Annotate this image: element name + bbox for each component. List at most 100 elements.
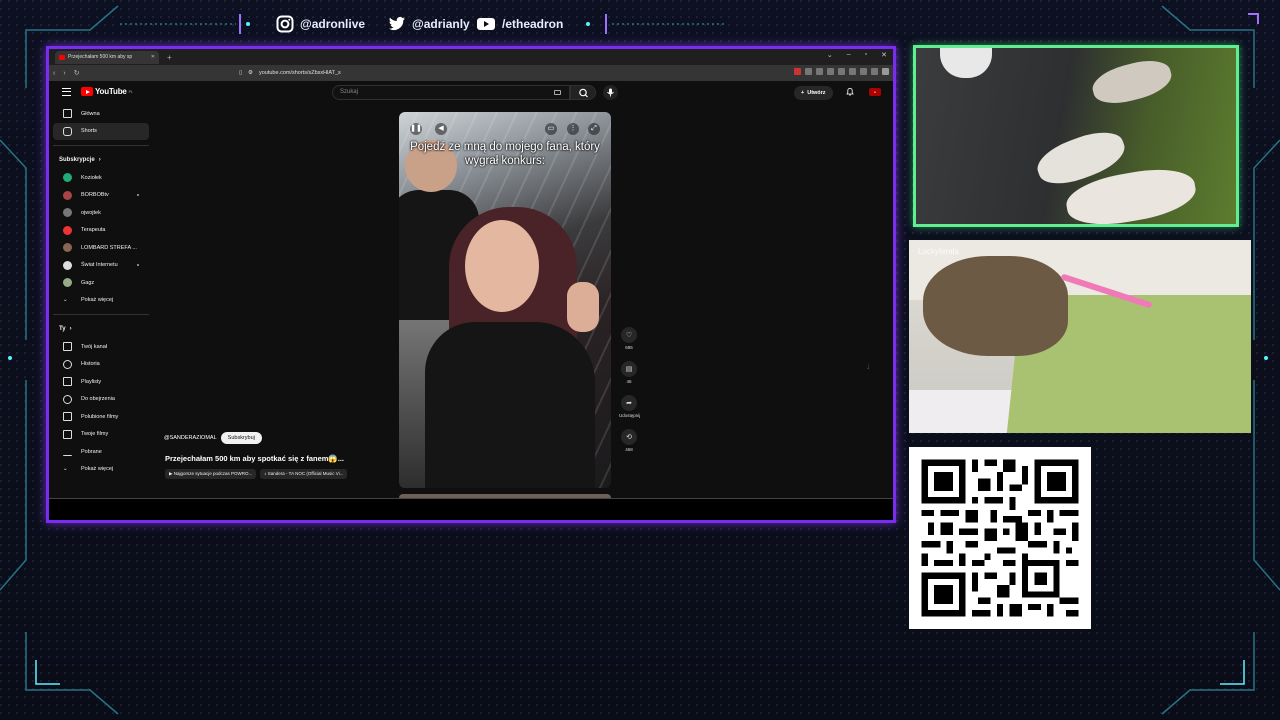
extension-icon[interactable] (816, 68, 823, 75)
sidebar-item-shorts[interactable]: Shorts (53, 122, 149, 140)
short-video-player[interactable]: Pojedź ze mną do mojego fana, który wygr… (399, 112, 611, 488)
browser-tab[interactable]: Przejechałam 500 km aby sp ✕ (55, 50, 159, 64)
sidebar-item-watch-later[interactable]: Do obejrzenia (53, 391, 149, 409)
channel-avatar (63, 225, 72, 235)
twitter-handle: @adrianly (388, 12, 470, 36)
sidebar-item-subscription[interactable]: Świat Internetu (53, 257, 149, 275)
tab-close-icon[interactable]: ✕ (151, 54, 155, 60)
heart-icon: ♡ (625, 332, 633, 339)
sidebar-item-label: LOMBARD STREFA ... (81, 244, 137, 251)
subscribe-button[interactable]: Subskrybuj (220, 432, 262, 444)
share-button[interactable]: ➦ (621, 395, 637, 411)
keyboard-icon[interactable] (554, 90, 561, 95)
youtube-logo[interactable]: YouTube PL (81, 87, 133, 96)
plus-icon: + (801, 90, 805, 96)
reload-icon[interactable]: ↻ (74, 69, 80, 77)
thumbs-up-icon (63, 412, 72, 422)
show-more-you[interactable]: ⌄ Pokaż więcej (53, 461, 149, 479)
sidebar-item-home[interactable]: Główna (53, 105, 149, 123)
subscriptions-header[interactable]: Subskrypcje › (49, 151, 153, 169)
show-more-subscriptions[interactable]: ⌄ Pokaż więcej (53, 292, 149, 310)
bookmark-icon[interactable]: ▯ (239, 70, 242, 76)
extension-icon[interactable] (849, 68, 856, 75)
new-content-dot (137, 264, 139, 267)
next-short-arrow-icon[interactable]: ↓ (866, 361, 871, 371)
search-input[interactable]: Szukaj (332, 85, 570, 100)
tab-title: Przejechałam 500 km aby sp (68, 54, 133, 60)
extension-icon[interactable] (871, 68, 878, 75)
site-info-icon[interactable]: ⚙ (248, 70, 253, 76)
subscriptions-label: Subskrypcje (59, 157, 95, 163)
comments-button[interactable]: ▤ (621, 361, 637, 377)
related-chips: ▶ Najgorsze sytuacje podczas POWRO... ♪ … (165, 469, 348, 479)
create-button[interactable]: + Utwórz (794, 86, 833, 100)
sidebar-item-label: Koziołek (81, 174, 102, 181)
maximize-icon[interactable]: ▫ (865, 51, 867, 59)
sidebar-item-subscription[interactable]: BORBOBtv (53, 187, 149, 205)
like-button[interactable]: ♡ (621, 327, 637, 343)
sidebar-item-playlists[interactable]: Playlisty (53, 373, 149, 391)
pause-icon[interactable]: ❚❚ (410, 123, 422, 135)
close-window-icon[interactable]: ✕ (881, 51, 887, 59)
shorts-icon (63, 126, 72, 136)
extension-icon[interactable] (827, 68, 834, 75)
hamburger-menu-icon[interactable] (62, 88, 71, 96)
sidebar-item-label: Do obejrzenia (81, 396, 115, 403)
captions-icon[interactable]: ▭ (545, 123, 557, 135)
youtube-favicon-icon (59, 54, 65, 60)
voice-search-button[interactable] (603, 85, 618, 100)
minimize-icon[interactable]: – (847, 51, 851, 59)
youtube-label: /etheadron (502, 17, 564, 31)
fullscreen-icon[interactable]: ⤢ (588, 123, 600, 135)
youtube-logo-icon (81, 87, 93, 96)
extension-icon[interactable] (860, 68, 867, 75)
sidebar-item-label: Twój kanał (81, 343, 107, 350)
cam-flowerpot (940, 48, 992, 78)
sidebar-item-liked[interactable]: Polubione filmy (53, 408, 149, 426)
sidebar-item-subscription[interactable]: Koziołek (53, 169, 149, 187)
account-avatar[interactable]: ● (869, 88, 881, 96)
sidebar-item-subscription[interactable]: ojwojtek (53, 204, 149, 222)
sidebar-item-label: Pobrane (81, 448, 102, 455)
extension-icon[interactable] (805, 68, 812, 75)
youtube-logo-text: YouTube (95, 87, 127, 96)
sidebar-item-your-videos[interactable]: Twoje filmy (53, 426, 149, 444)
extension-icon[interactable] (794, 68, 801, 75)
channel-handle[interactable]: @SANDERAZIOMAL (164, 435, 217, 441)
sidebar-item-subscription[interactable]: Terapeuta (53, 222, 149, 240)
search-button[interactable] (570, 85, 596, 100)
camera-feed-cats-garden (913, 45, 1239, 227)
search-icon (579, 88, 588, 98)
playlist-icon (63, 377, 72, 387)
remix-button[interactable]: ⟲ (621, 429, 637, 445)
cam-cat (923, 256, 1068, 356)
sidebar-item-label: Pokaż więcej (81, 466, 114, 473)
short-title[interactable]: Przejechałam 500 km aby spotkać się z fa… (165, 454, 344, 463)
sidebar-item-your-channel[interactable]: Twój kanał (53, 338, 149, 356)
sidebar-item-label: Playlisty (81, 378, 102, 385)
browser-menu-icon[interactable] (882, 68, 889, 75)
notifications-bell-icon[interactable] (846, 87, 854, 96)
sidebar-item-subscription[interactable]: LOMBARD STREFA ... (53, 239, 149, 257)
youtube-handle: /etheadron (476, 12, 563, 36)
sidebar-item-label: Polubione filmy (81, 413, 119, 420)
music-chip[interactable]: ♪ Sandera - TA NOC (Official Music Vi... (260, 469, 348, 479)
short-actions: ♡ 695 ▤ 46 ➦ Udostępnij ⟲ 468 (619, 327, 640, 463)
remix-icon: ⟲ (626, 434, 632, 441)
url-field[interactable]: ▯ ⚙ youtube.com/shorts/sZbsxHlAT_s (239, 68, 341, 78)
forward-icon[interactable]: › (63, 70, 65, 77)
sidebar-item-subscription[interactable]: Gagz (53, 274, 149, 292)
browser-bottom-bar (49, 498, 893, 520)
instagram-icon (276, 15, 294, 33)
more-options-icon[interactable]: ⋮ (567, 123, 579, 135)
back-icon[interactable]: ‹ (53, 70, 55, 77)
sidebar-item-history[interactable]: Historia (53, 356, 149, 374)
new-tab-icon[interactable]: + (167, 53, 172, 62)
qr-code (909, 447, 1091, 629)
you-header[interactable]: Ty › (49, 320, 153, 338)
extension-icon[interactable] (838, 68, 845, 75)
sidebar-item-downloads[interactable]: Pobrane (53, 443, 149, 461)
volume-icon[interactable]: ◀ (435, 123, 447, 135)
tab-search-icon[interactable]: ⌄ (827, 51, 833, 59)
related-video-chip[interactable]: ▶ Najgorsze sytuacje podczas POWRO... (165, 469, 257, 479)
